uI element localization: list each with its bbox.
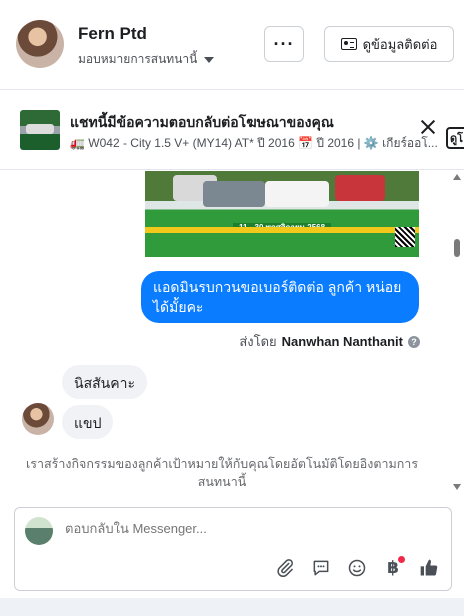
- message-thread[interactable]: 11 - 30 พฤศจิกายน 2568 แอดมินรบกวนขอเบอร…: [0, 171, 464, 496]
- scroll-down-arrow-icon[interactable]: [453, 484, 461, 490]
- bottom-strip: [0, 598, 464, 616]
- incoming-message-bubble[interactable]: แขป: [62, 405, 114, 439]
- view-contact-info-label: ดูข้อมูลติดต่อ: [362, 36, 438, 52]
- ad-banner-title: แชทนี้มีข้อความตอบกลับต่อโฆษณาของคุณ: [70, 114, 334, 130]
- truck-graphic: [265, 181, 329, 207]
- qr-code-icon: [395, 227, 415, 247]
- close-icon[interactable]: [420, 119, 436, 135]
- incoming-message-bubble[interactable]: นิสสันคาะ: [62, 365, 147, 399]
- ad-reply-banner: แชทนี้มีข้อความตอบกลับต่อโฆษณาของคุณ 🚛 W…: [0, 92, 464, 170]
- assign-conversation-dropdown[interactable]: มอบหมายการสนทนานี้: [78, 50, 215, 69]
- sender-avatar: [22, 403, 54, 435]
- truck-graphic: [335, 175, 385, 201]
- sent-by-prefix: ส่งโดย: [239, 334, 277, 349]
- paperclip-icon[interactable]: [273, 556, 297, 580]
- truck-graphic: [203, 181, 265, 207]
- speech-bubble-icon[interactable]: [309, 556, 333, 580]
- baht-symbol: ฿: [387, 558, 399, 577]
- scroll-up-arrow-icon[interactable]: [453, 174, 461, 180]
- conversation-header: Fern Ptd มอบหมายการสนทนานี้ ··· ดูข้อมูล…: [0, 0, 464, 90]
- id-card-icon: [340, 38, 357, 50]
- contact-name[interactable]: Fern Ptd: [78, 24, 147, 44]
- reply-input[interactable]: [65, 521, 425, 536]
- scrollbar-thumb[interactable]: [454, 239, 460, 257]
- notification-dot: [398, 556, 405, 563]
- smiley-icon[interactable]: [345, 556, 369, 580]
- sent-by-line: ส่งโดย Nanwhan Nanthanit ?: [239, 331, 420, 352]
- contact-avatar[interactable]: [16, 20, 64, 68]
- outgoing-message-bubble[interactable]: แอดมินรบกวนขอเบอร์ติดต่อ ลูกค้า หน่อยได้…: [141, 271, 419, 323]
- page-avatar: [25, 517, 53, 545]
- assign-label: มอบหมายการสนทนานี้: [78, 52, 198, 66]
- ad-strip: [145, 227, 419, 233]
- more-options-button[interactable]: ···: [264, 26, 304, 62]
- view-contact-info-button[interactable]: ดูข้อมูลติดต่อ: [324, 26, 454, 62]
- view-ad-button[interactable]: ดูโ: [446, 127, 464, 149]
- composer-toolbar: ฿: [273, 556, 441, 580]
- caret-down-icon: [204, 56, 215, 63]
- automation-note: เราสร้างกิจกรรมของลูกค้าเป้าหมายให้กับคุ…: [25, 457, 419, 489]
- ad-thumbnail[interactable]: [20, 110, 60, 150]
- sent-by-name: Nanwhan Nanthanit: [281, 334, 403, 349]
- info-icon[interactable]: ?: [408, 335, 420, 348]
- thumbs-up-icon[interactable]: [417, 556, 441, 580]
- reply-composer: ฿: [14, 507, 452, 591]
- baht-icon[interactable]: ฿: [381, 556, 405, 580]
- ad-banner-subtitle: 🚛 W042 - City 1.5 V+ (MY14) AT* ปี 2016 …: [70, 136, 438, 150]
- thread-scrollbar[interactable]: [452, 171, 462, 496]
- ad-image-attachment[interactable]: 11 - 30 พฤศจิกายน 2568: [145, 171, 419, 257]
